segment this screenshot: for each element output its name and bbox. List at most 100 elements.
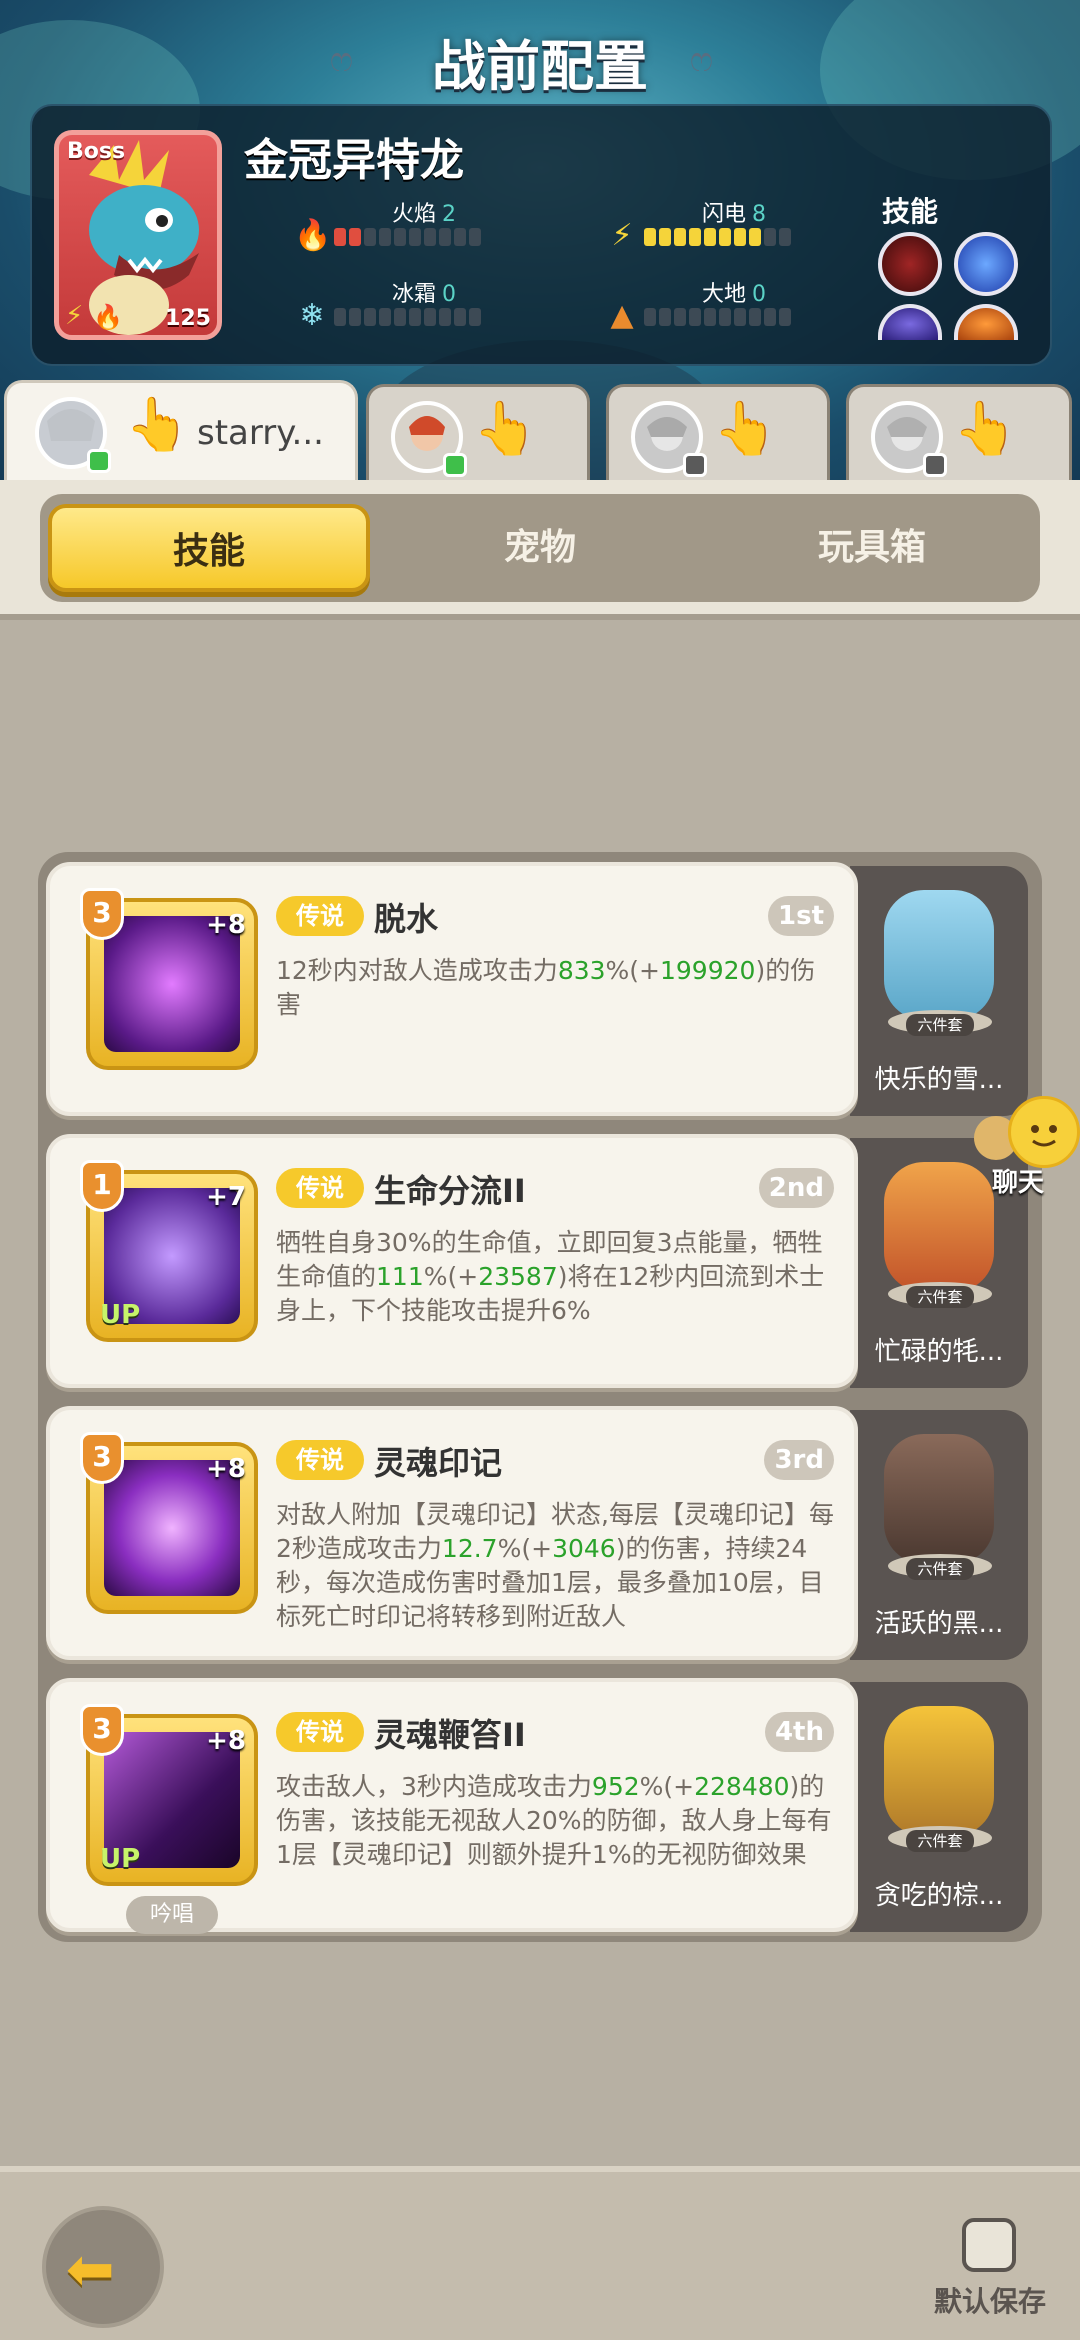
element-bar-segment (469, 308, 481, 326)
element-bar-segment (674, 228, 686, 246)
skill-rank: 4th (764, 1712, 834, 1752)
skill-card-1[interactable]: 3 +8 传说 脱水 1st 12秒内对敌人造成攻击力833%(+199920)… (46, 862, 858, 1116)
pet-name: 贪吃的棕... (874, 1881, 1004, 1911)
element-fire-label: 火焰 (392, 202, 437, 227)
player-tab-4[interactable]: 👆 (846, 384, 1072, 480)
boss-name: 金冠异特龙 (244, 135, 464, 186)
pet-figure (884, 1434, 994, 1564)
skill-plus-level: +8 (206, 910, 246, 940)
element-bar-segment (349, 228, 361, 246)
element-bar-segment (644, 308, 656, 326)
pet-name: 忙碌的牦... (874, 1337, 1004, 1367)
lightning-icon: ⚡ (65, 301, 84, 331)
description-text: 12秒内对敌人造成攻击力 (276, 956, 558, 985)
element-earth-bar (644, 308, 791, 326)
online-status-icon (87, 449, 111, 473)
element-bar-segment (719, 228, 731, 246)
skill-plus-level: +8 (206, 1454, 246, 1484)
element-lightning-value: 8 (752, 202, 767, 227)
pet-slot-4[interactable]: 六件套 贪吃的棕... (850, 1682, 1028, 1932)
player-name: starry... (197, 413, 324, 453)
highlight-value: 833 (557, 956, 606, 985)
element-bar-segment (439, 228, 451, 246)
back-button[interactable]: ⬅ (42, 2206, 164, 2328)
element-bar-segment (779, 308, 791, 326)
element-bar-segment (454, 308, 466, 326)
description-text: %(+ (639, 1772, 695, 1801)
pet-name: 快乐的雪... (874, 1065, 1004, 1095)
back-arrow-icon: ⬅ (66, 2235, 115, 2303)
pet-figure (884, 890, 994, 1020)
element-bar-segment (439, 308, 451, 326)
orange-skill-icon[interactable] (954, 304, 1018, 340)
skill-icon-frame: 3 +8 (80, 888, 258, 1070)
element-bar-segment (379, 228, 391, 246)
chat-label: 聊天 (992, 1168, 1045, 1198)
element-bar-segment (704, 308, 716, 326)
pet-set-badge: 六件套 (906, 1014, 974, 1036)
purple-skill-icon[interactable] (878, 304, 942, 340)
element-fire-bar (334, 228, 481, 246)
element-bar-segment (689, 228, 701, 246)
player-tab-1[interactable]: 👆 starry... (4, 380, 358, 484)
highlight-value: 12.7 (441, 1534, 498, 1563)
highlight-value: 199920 (660, 956, 756, 985)
player-tab-3[interactable]: 👆 (606, 384, 830, 480)
element-bar-segment (379, 308, 391, 326)
skill-name: 灵魂印记 (374, 1444, 503, 1482)
boss-level: 125 (165, 306, 211, 331)
pet-name: 活跃的黑... (874, 1609, 1004, 1639)
element-bar-segment (689, 308, 701, 326)
element-bar-segment (364, 308, 376, 326)
bite-skill-icon[interactable] (878, 232, 942, 296)
element-bar-segment (644, 228, 656, 246)
element-bar-segment (764, 228, 776, 246)
chat-emoji-icon (1008, 1096, 1080, 1168)
skill-card-2[interactable]: 1 +7 UP 传说 生命分流II 2nd 牺牲自身30%的生命值，立即回复3点… (46, 1134, 858, 1388)
element-bar-segment (674, 308, 686, 326)
element-bar-segment (719, 308, 731, 326)
pet-slot-3[interactable]: 六件套 活跃的黑... (850, 1410, 1028, 1660)
skill-level-badge: 3 (80, 1704, 124, 1756)
element-frost-value: 0 (442, 282, 457, 307)
chant-badge: 吟唱 (126, 1896, 218, 1934)
element-bar-segment (659, 228, 671, 246)
skill-icon-frame: 1 +7 UP (80, 1160, 258, 1342)
player-tab-2[interactable]: 👆 (366, 384, 590, 480)
lightning-icon: ⚡ (611, 218, 633, 253)
tab-toybox[interactable]: 玩具箱 (712, 504, 1032, 592)
element-bar-segment (704, 228, 716, 246)
element-bar-segment (409, 308, 421, 326)
tab-pets[interactable]: 宠物 (380, 504, 700, 592)
chat-button[interactable]: 聊天 (968, 1092, 1080, 1202)
skill-description: 攻击敌人，3秒内造成攻击力952%(+228480)的伤害，该技能无视敌人20%… (276, 1770, 836, 1872)
pet-slot-1[interactable]: 六件套 快乐的雪... (850, 866, 1028, 1116)
element-fire-value: 2 (442, 202, 457, 227)
boss-tag: Boss (67, 139, 126, 164)
offline-status-icon (683, 453, 707, 477)
tab-skills[interactable]: 技能 (48, 504, 370, 592)
element-frost-bar (334, 308, 481, 326)
default-save-checkbox[interactable] (962, 2218, 1016, 2272)
skill-card-4[interactable]: 3 +8 UP 吟唱 传说 灵魂鞭笞II 4th 攻击敌人，3秒内造成攻击力95… (46, 1678, 858, 1934)
element-bar-segment (749, 228, 761, 246)
skill-level-badge: 3 (80, 1432, 124, 1484)
boss-info-panel: Boss ⚡ 🔥 125 金冠异特龙 火焰 2 🔥 闪电 8 ⚡ 冰霜 0 ❄ 大地 0… (30, 104, 1052, 366)
skill-icon-frame: 3 +8 UP (80, 1704, 258, 1886)
element-bar-segment (394, 228, 406, 246)
rarity-badge: 传说 (276, 1168, 364, 1208)
skill-description: 对敌人附加【灵魂印记】状态,每层【灵魂印记】每2秒造成攻击力12.7%(+304… (276, 1498, 836, 1634)
skill-card-3[interactable]: 3 +8 传说 灵魂印记 3rd 对敌人附加【灵魂印记】状态,每层【灵魂印记】每… (46, 1406, 858, 1660)
pet-set-badge: 六件套 (906, 1286, 974, 1308)
boss-skills-label: 技能 (882, 195, 939, 228)
skill-name: 生命分流II (374, 1172, 526, 1210)
element-bar-segment (779, 228, 791, 246)
boss-portrait[interactable]: Boss ⚡ 🔥 125 (54, 130, 222, 340)
skill-plus-level: +8 (206, 1726, 246, 1756)
offline-status-icon (923, 453, 947, 477)
lightning-skill-icon[interactable] (954, 232, 1018, 296)
online-status-icon (443, 453, 467, 477)
skill-up-indicator: UP (100, 1844, 141, 1874)
element-lightning-label: 闪电 (702, 202, 747, 227)
highlight-value: 228480 (694, 1772, 790, 1801)
